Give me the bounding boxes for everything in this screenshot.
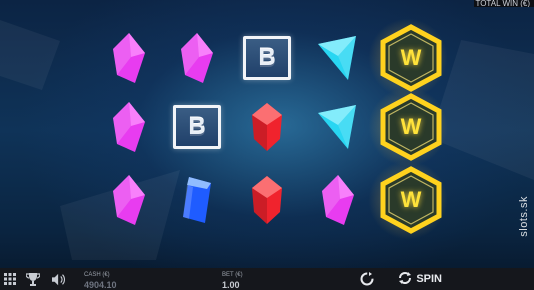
- b-bar-symbol: B: [167, 97, 227, 157]
- wild-letter: W: [400, 187, 422, 212]
- watermark: slots.sk: [518, 196, 530, 237]
- magenta-gem-symbol: [99, 97, 159, 157]
- wild-letter: W: [400, 45, 422, 70]
- wild-hexagon: W: [378, 24, 442, 92]
- blue-gem-symbol: [167, 170, 227, 230]
- autoplay-icon[interactable]: [360, 272, 374, 286]
- b-bar-tile: B: [173, 105, 221, 149]
- magenta-gem-symbol: [308, 170, 368, 230]
- magenta-gem-symbol: [99, 170, 159, 230]
- speaker-icon[interactable]: [52, 272, 66, 286]
- bet-value[interactable]: 1.00: [222, 280, 240, 290]
- cash-value: 4904.10: [84, 280, 117, 290]
- menu-grid-icon[interactable]: [3, 272, 17, 286]
- b-bar-letter: B: [188, 113, 206, 140]
- cyan-gem-symbol: [308, 97, 368, 157]
- trophy-icon[interactable]: [26, 272, 40, 286]
- spin-arrows-icon: [398, 271, 412, 288]
- magenta-gem-symbol: [99, 28, 159, 88]
- spin-button[interactable]: SPIN: [398, 270, 442, 288]
- wild-hexagon: W: [378, 166, 442, 234]
- b-bar-letter: B: [258, 44, 276, 71]
- wild-symbol: W: [378, 166, 442, 234]
- red-gem-symbol: [237, 97, 297, 157]
- game-stage: TOTAL WIN (€) BWBWW slots.sk CASH (€) 49…: [0, 0, 534, 290]
- bottom-toolbar: CASH (€) 4904.10 BET (€) 1.00 SPIN: [0, 268, 534, 290]
- red-gem-symbol: [237, 170, 297, 230]
- b-bar-symbol: B: [237, 28, 297, 88]
- b-bar-tile: B: [243, 36, 291, 80]
- magenta-gem-symbol: [167, 28, 227, 88]
- wild-hexagon: W: [378, 93, 442, 161]
- wild-symbol: W: [378, 24, 442, 92]
- wild-letter: W: [400, 114, 422, 139]
- wild-symbol: W: [378, 93, 442, 161]
- bet-label: BET (€): [222, 272, 243, 278]
- spin-label: SPIN: [416, 273, 442, 285]
- cyan-gem-symbol: [308, 28, 368, 88]
- cash-label: CASH (€): [84, 272, 110, 278]
- reel-grid[interactable]: B W B W W: [0, 0, 534, 268]
